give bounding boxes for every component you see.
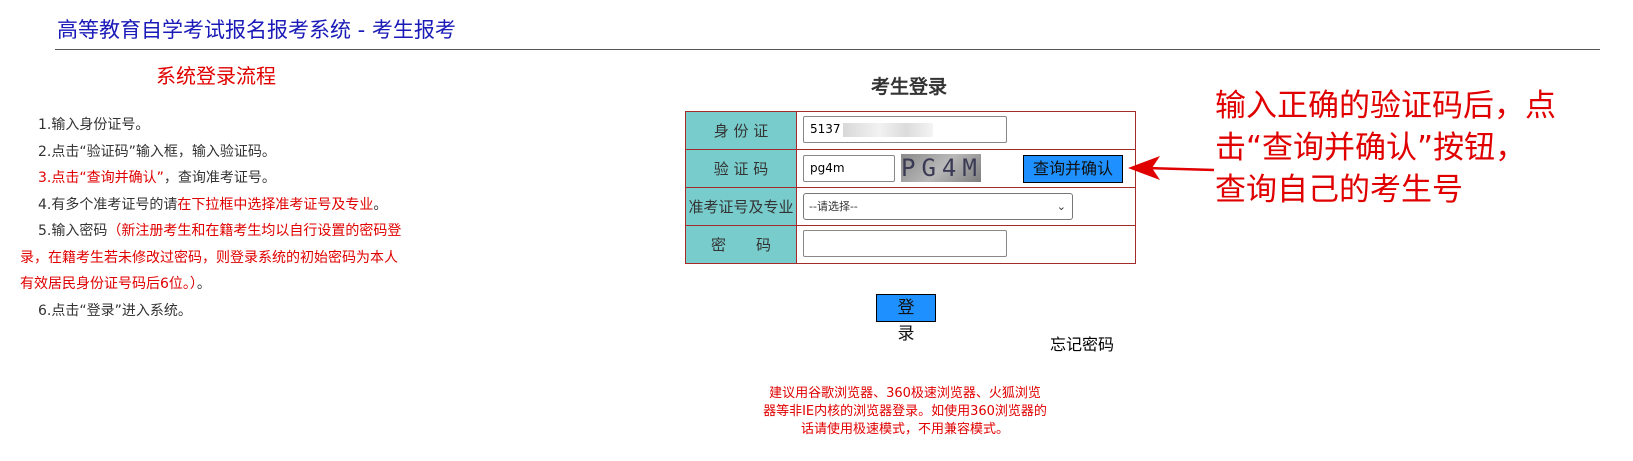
browser-note: 建议用谷歌浏览器、360极速浏览器、火狐浏览 器等非IE内核的浏览器登录。如使用… [740,385,1070,439]
password-label: 密 码 [685,225,797,264]
annotation-arrow-icon [1128,156,1215,180]
step-3-rest: ，查询准考证号。 [163,170,276,186]
step-5-note-3-line: 有效居民身份证号码后6位。）。 [20,271,420,298]
captcha-label: 验 证 码 [685,149,797,188]
browser-note-line-1: 建议用谷歌浏览器、360极速浏览器、火狐浏览 [769,386,1041,401]
exam-label: 准考证号及专业 [685,187,797,226]
step-1: 1.输入身份证号。 [38,117,150,133]
step-3: 3.点击“查询并确认”，查询准考证号。 [20,165,420,192]
step-6: 6.点击“登录”进入系统。 [38,302,192,319]
id-row: 身 份 证 5137 [685,111,1136,150]
step-5-start: 5.输入密码 [38,223,108,239]
step-5-note-1: （新注册考生和在籍考生均以自行设置的密码登 [107,223,402,239]
exam-row: 准考证号及专业 --请选择-- ⌄ [685,187,1136,226]
step-4-end: 。 [373,196,388,213]
step-4-highlight: 在下拉框中选择准考证号及专业 [177,196,374,213]
login-flow-title: 系统登录流程 [156,64,276,88]
chevron-down-icon: ⌄ [1056,200,1066,213]
id-input[interactable]: 5137 [803,116,1007,143]
step-5-note-3: 有效居民身份证号码后6位。） [20,276,197,292]
login-button[interactable]: 登 录 [876,294,936,344]
step-5-end: 。 [196,276,211,292]
password-row: 密 码 [685,225,1136,264]
query-confirm-button[interactable]: 查询并确认 [1023,155,1123,183]
step-4-start: 4.有多个准考证号的请 [38,196,178,213]
exam-select[interactable]: --请选择-- ⌄ [803,193,1073,220]
annotation-line-1: 输入正确的验证码后，点 [1215,88,1556,124]
password-input[interactable] [803,230,1007,257]
redacted-blur [842,122,933,137]
step-5-note-2: 录，在籍考生若未修改过密码，则登录系统的初始密码为本人 [20,249,398,266]
login-title: 考生登录 [871,76,948,98]
annotation-line-3: 查询自己的考生号 [1215,172,1463,208]
browser-note-line-3: 话请使用极速模式，不用兼容模式。 [800,422,1009,437]
exam-select-value: --请选择-- [809,200,858,213]
id-input-value: 5137 [810,122,841,136]
step-4: 4.有多个准考证号的请在下拉框中选择准考证号及专业。 [20,192,420,219]
system-title: 高等教育自学考试报名报考系统 - 考生报考 [57,18,456,42]
step-3-highlight: 3.点击“查询并确认” [38,170,164,186]
captcha-row: 验 证 码 pg4m PG4M 查询并确认 [685,149,1136,188]
step-5: 5.输入密码（新注册考生和在籍考生均以自行设置的密码登 [20,218,420,245]
id-label: 身 份 证 [685,111,797,150]
annotation-callout: 输入正确的验证码后，点 击“查询并确认”按钮， 查询自己的考生号 [1215,85,1615,211]
login-form: 身 份 证 5137 验 证 码 pg4m PG4M 查询并确认 准考证号及专业… [685,111,1136,264]
forgot-password-link[interactable]: 忘记密码 [1050,331,1114,355]
captcha-input[interactable]: pg4m [803,155,895,182]
header-divider [55,49,1600,50]
captcha-image[interactable]: PG4M [901,154,981,182]
browser-note-line-2: 器等非IE内核的浏览器登录。如使用360浏览器的 [763,404,1047,419]
step-2: 2.点击“验证码”输入框，输入验证码。 [38,143,276,160]
annotation-line-2: 击“查询并确认”按钮， [1215,130,1527,166]
login-steps: 1.输入身份证号。 2.点击“验证码”输入框，输入验证码。 3.点击“查询并确认… [20,112,420,324]
